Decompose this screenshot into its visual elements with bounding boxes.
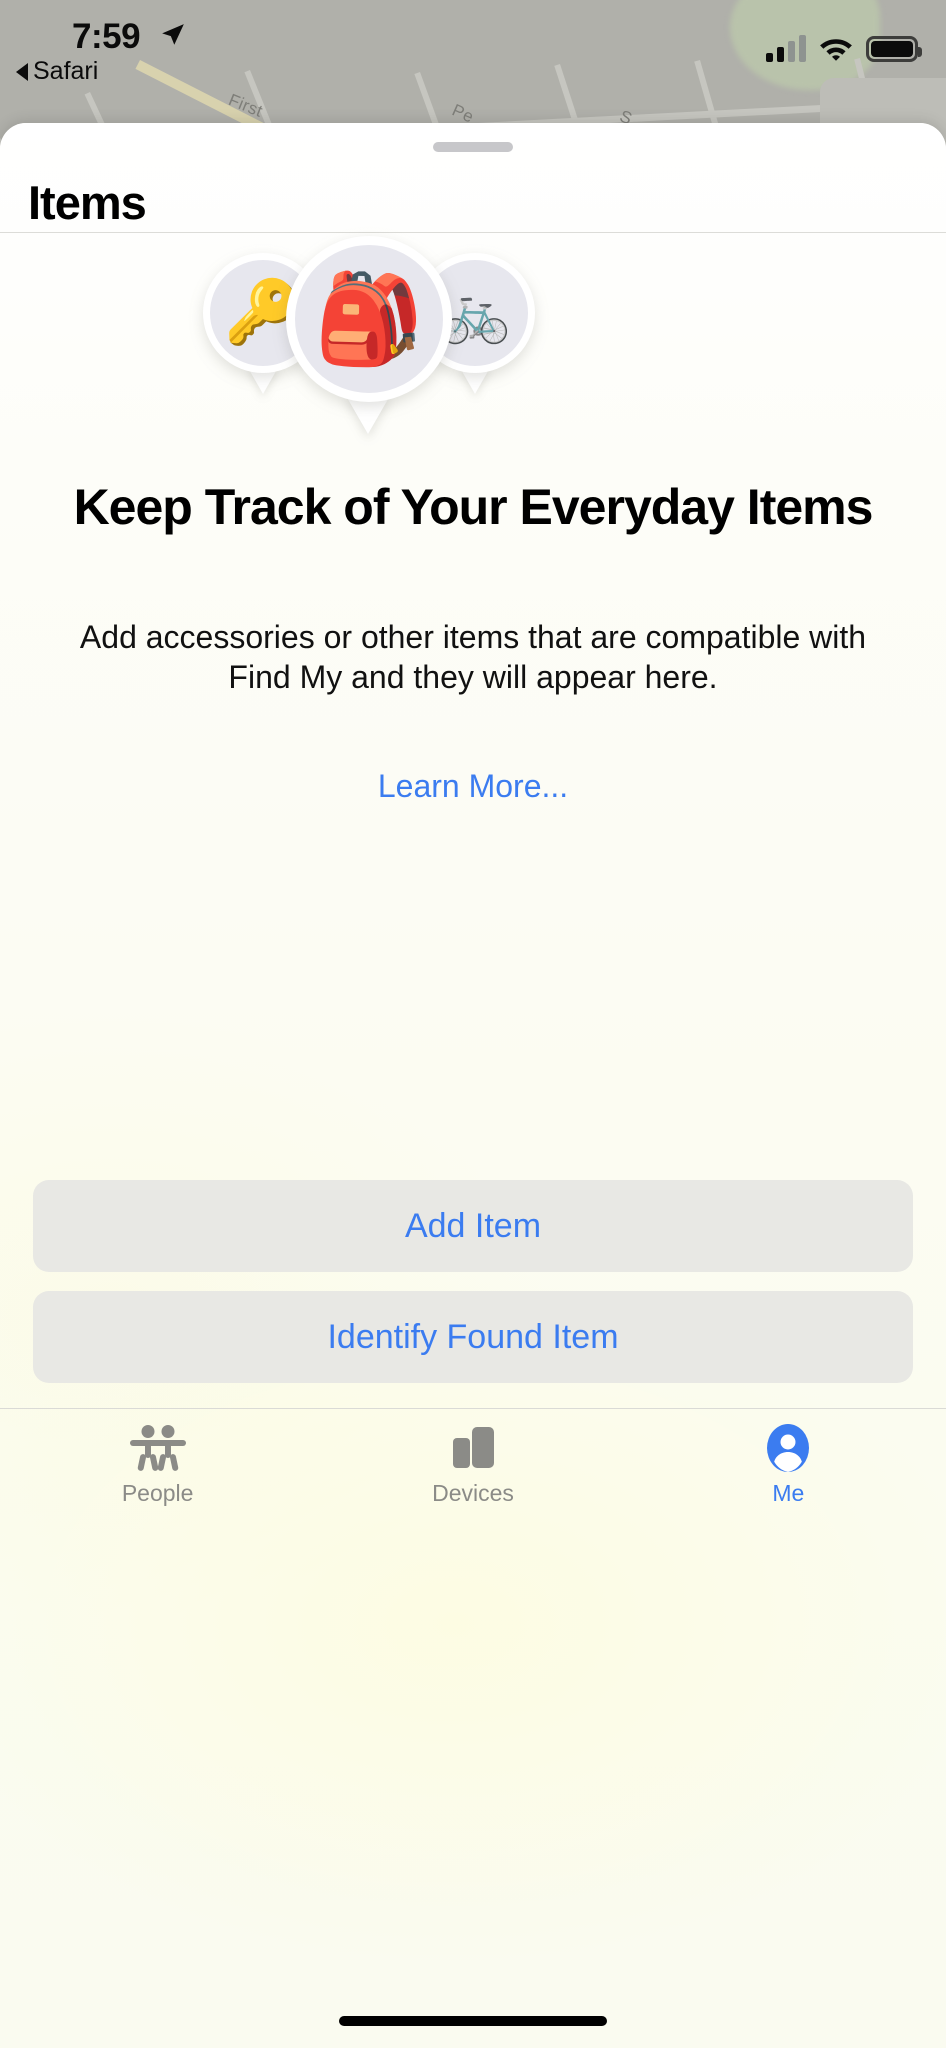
status-bar-time: 7:59	[72, 17, 141, 56]
tab-label-me: Me	[772, 1480, 805, 1506]
tab-item-me[interactable]: Me	[631, 1409, 946, 1529]
tab-label-people: People	[121, 1480, 194, 1506]
empty-state-headline: Keep Track of Your Everyday Items	[73, 479, 874, 535]
battery-fill	[871, 41, 913, 57]
back-triangle-icon	[16, 62, 28, 81]
tab-bar: People Devices Me	[0, 1409, 946, 1529]
devices-icon	[445, 1423, 501, 1473]
battery-full-icon	[866, 36, 922, 62]
tab-label-devices: Devices	[432, 1480, 514, 1506]
sheet-grabber-handle[interactable]	[433, 142, 513, 152]
iphone-screen: First Pe S 7:59 Safari Items 🔑 🚲 🎒 Keep …	[0, 0, 946, 2048]
empty-state-body: Add accessories or other items that are …	[79, 619, 867, 695]
status-bar-indicators	[766, 28, 922, 62]
location-arrow-icon	[162, 24, 184, 45]
wifi-icon	[820, 39, 852, 61]
cellular-signal-icon	[766, 35, 806, 62]
status-bar: 7:59 Safari	[0, 0, 946, 100]
learn-more-link[interactable]: Learn More...	[0, 768, 946, 805]
me-person-icon	[763, 1423, 813, 1473]
identify-found-item-label: Identify Found Item	[327, 1317, 619, 1356]
tab-item-people[interactable]: People	[0, 1409, 315, 1529]
empty-state-illustration: 🔑 🚲 🎒	[0, 236, 946, 448]
backpack-icon: 🎒	[314, 269, 424, 368]
people-icon	[125, 1423, 191, 1473]
tab-item-devices[interactable]: Devices	[315, 1409, 630, 1529]
backpack-pin: 🎒	[286, 236, 452, 402]
home-indicator[interactable]	[339, 2016, 607, 2026]
back-to-safari-button[interactable]: Safari	[16, 57, 98, 86]
page-title: Items	[28, 176, 147, 229]
items-sheet: Items 🔑 🚲 🎒 Keep Track of Your Everyday …	[0, 123, 946, 2048]
back-to-safari-label: Safari	[33, 57, 99, 85]
sheet-header-divider	[0, 232, 946, 233]
add-item-button[interactable]: Add Item	[33, 1180, 913, 1272]
add-item-label: Add Item	[404, 1206, 542, 1245]
identify-found-item-button[interactable]: Identify Found Item	[33, 1291, 913, 1383]
